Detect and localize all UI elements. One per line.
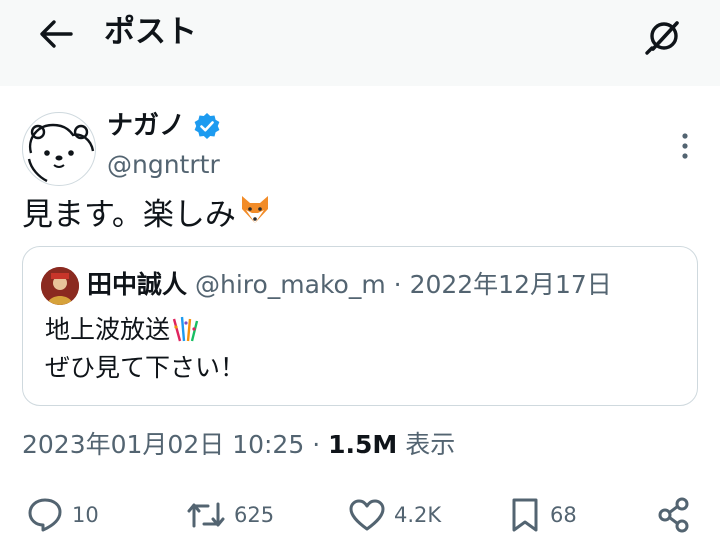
timestamp-separator: · xyxy=(312,430,321,459)
reply-count: 10 xyxy=(72,503,99,527)
repost-button[interactable]: 625 xyxy=(186,490,274,540)
post-timestamp: 2023年01月02日 10:25 · 1.5M 表示 xyxy=(22,427,455,463)
more-options-button[interactable] xyxy=(670,128,700,164)
share-button[interactable] xyxy=(656,490,692,540)
person-photo-icon xyxy=(41,267,79,305)
quote-header: 田中誠人 @hiro_mako_m · 2022年12月17日 xyxy=(87,267,612,303)
grok-icon xyxy=(645,21,679,55)
verified-badge-icon xyxy=(194,113,220,139)
reply-button[interactable]: 10 xyxy=(26,490,99,540)
confetti-icon xyxy=(172,316,199,342)
quote-author-name[interactable]: 田中誠人 xyxy=(87,270,187,299)
author-name[interactable]: ナガノ xyxy=(107,108,221,144)
timestamp-text[interactable]: 2023年01月02日 10:25 xyxy=(22,430,304,459)
heart-icon xyxy=(349,499,385,531)
quote-text-line-2: ぜひ見て下さい！ xyxy=(45,353,246,382)
author-handle[interactable]: @ngntrtr xyxy=(107,148,220,182)
tweet-body: 見ます。楽しみ xyxy=(22,196,236,233)
more-vertical-icon xyxy=(682,133,688,159)
quote-author-avatar[interactable] xyxy=(41,267,79,305)
quoted-post[interactable]: 田中誠人 @hiro_mako_m · 2022年12月17日 地上波放送 ぜひ… xyxy=(22,246,698,406)
author-avatar[interactable] xyxy=(22,112,96,186)
views-count: 1.5M xyxy=(328,430,398,459)
bookmark-count: 68 xyxy=(550,503,577,527)
top-bar: ポスト xyxy=(0,0,720,86)
tweet-text: 見ます。楽しみ xyxy=(22,192,272,237)
author-name-text: ナガノ xyxy=(107,111,186,141)
bookmark-icon xyxy=(512,498,538,532)
views-label: 表示 xyxy=(405,430,456,459)
fox-icon xyxy=(241,196,268,223)
quote-text-line-1: 地上波放送 xyxy=(45,313,200,347)
bookmark-button[interactable]: 68 xyxy=(508,490,577,540)
grok-button[interactable] xyxy=(640,14,688,58)
back-button[interactable] xyxy=(36,14,76,54)
repost-icon xyxy=(187,502,225,528)
reply-icon xyxy=(28,498,62,532)
like-button[interactable]: 4.2K xyxy=(348,490,441,540)
action-bar: 10 625 4.2K 68 xyxy=(0,490,720,540)
page-title: ポスト xyxy=(104,14,197,50)
repost-count: 625 xyxy=(234,503,275,527)
fox-emoji xyxy=(238,192,272,237)
quote-separator: · xyxy=(393,270,402,299)
bear-face-icon xyxy=(27,123,95,183)
quote-date[interactable]: 2022年12月17日 xyxy=(410,270,612,299)
like-count: 4.2K xyxy=(394,503,442,527)
quote-line-1-text: 地上波放送 xyxy=(45,315,171,344)
share-icon xyxy=(658,497,689,533)
quote-author-handle[interactable]: @hiro_mako_m xyxy=(195,270,386,299)
arrow-left-icon xyxy=(40,20,73,48)
